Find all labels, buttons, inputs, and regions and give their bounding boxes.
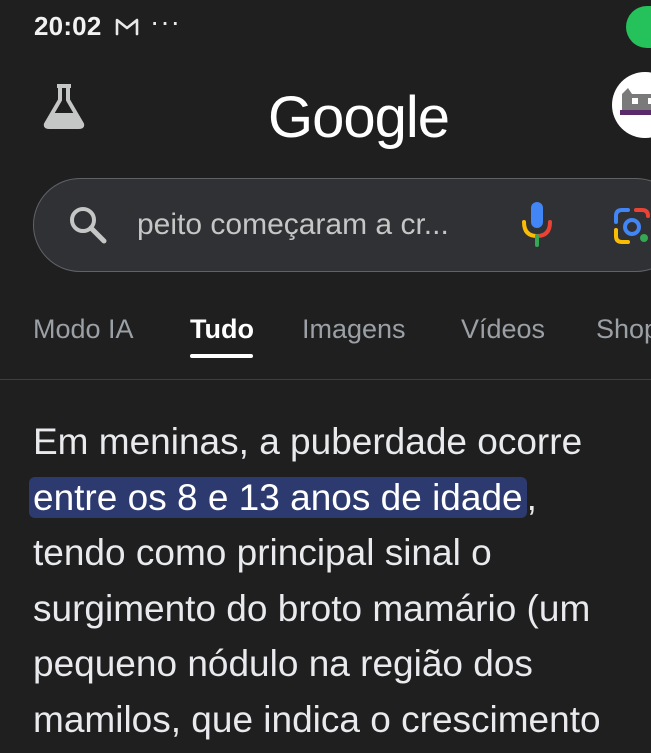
- avatar-image: [620, 88, 651, 118]
- highlighted-text[interactable]: entre os 8 e 13 anos de idade: [29, 476, 527, 518]
- answer-line: pequeno nódulo na região dos: [33, 643, 533, 684]
- answer-line: Em meninas, a puberdade ocorre: [33, 421, 583, 462]
- answer-line: surgimento do broto mamário (um: [33, 587, 591, 629]
- status-bar: 20:02 ···: [0, 0, 651, 56]
- flask-icon[interactable]: [38, 80, 90, 132]
- status-time: 20:02: [34, 11, 102, 41]
- tab-videos[interactable]: Vídeos: [461, 314, 545, 345]
- gmail-icon: [115, 18, 139, 36]
- lens-icon[interactable]: [612, 206, 651, 246]
- tab-shopping[interactable]: Shop: [596, 314, 651, 345]
- search-icon: [70, 207, 107, 244]
- mic-icon[interactable]: [520, 200, 554, 248]
- tab-modo-ia[interactable]: Modo IA: [33, 314, 134, 345]
- answer-punctuation: ,: [526, 476, 537, 518]
- google-logo: Google: [268, 85, 450, 150]
- tab-tudo[interactable]: Tudo: [190, 314, 254, 345]
- search-tabs: Modo IA Tudo Imagens Vídeos Shop: [0, 300, 651, 380]
- answer-line: mamilos, que indica o crescimento: [33, 698, 601, 740]
- active-tab-indicator: [190, 354, 253, 358]
- answer-line: entre os 8 e 13 anos de idade,: [29, 470, 651, 526]
- search-input[interactable]: peito começaram a cr...: [137, 208, 449, 242]
- answer-line: tendo como principal sinal o: [33, 532, 492, 573]
- active-call-indicator[interactable]: [626, 6, 651, 48]
- notification-overflow-icon: ···: [150, 6, 181, 37]
- tab-imagens[interactable]: Imagens: [302, 314, 406, 345]
- avatar[interactable]: [612, 72, 651, 138]
- ai-answer: Em meninas, a puberdade ocorre entre os …: [29, 414, 651, 747]
- divider: [0, 379, 651, 380]
